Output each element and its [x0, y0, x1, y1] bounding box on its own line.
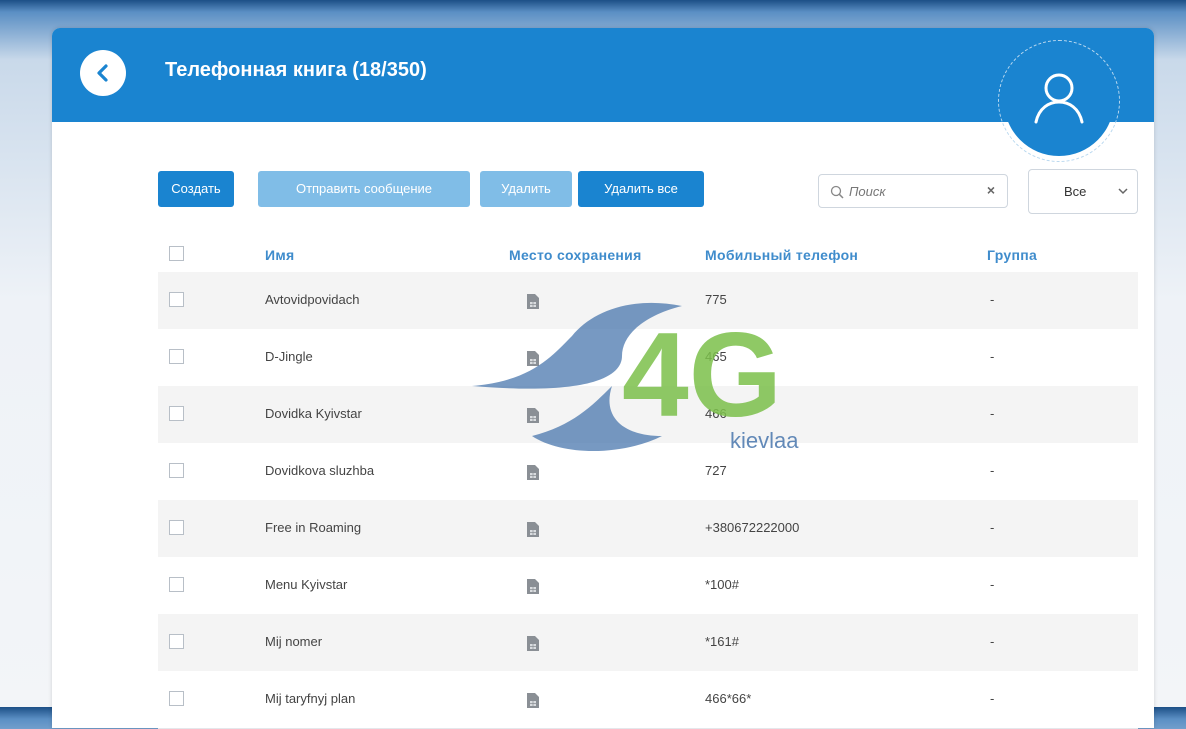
create-button[interactable]: Создать: [158, 171, 234, 207]
contact-group: -: [990, 463, 995, 478]
table-row[interactable]: Free in Roaming +380672222000 -: [158, 500, 1138, 558]
contact-name: Menu Kyivstar: [265, 577, 348, 592]
table-row[interactable]: Menu Kyivstar *100# -: [158, 557, 1138, 615]
row-checkbox[interactable]: [169, 634, 184, 649]
user-icon: [1034, 73, 1084, 124]
delete-all-button[interactable]: Удалить все: [578, 171, 704, 207]
row-checkbox[interactable]: [169, 292, 184, 307]
header-bar: Телефонная книга (18/350): [52, 28, 1154, 122]
avatar[interactable]: [1004, 46, 1114, 156]
contact-name: Mij nomer: [265, 634, 323, 649]
contact-phone: *100#: [705, 577, 739, 592]
chevron-left-icon: [97, 64, 108, 82]
contact-group: -: [990, 349, 995, 364]
watermark-4g-text: 4G: [622, 308, 782, 442]
watermark-brand-text: kievlaa: [730, 428, 799, 453]
clear-search-icon[interactable]: ×: [987, 182, 995, 198]
contact-group: -: [990, 634, 995, 649]
contact-phone: 466*66*: [705, 691, 752, 706]
sim-card-icon: [527, 522, 539, 537]
back-button[interactable]: [80, 50, 126, 96]
search-icon: [830, 185, 844, 199]
column-header-storage[interactable]: Место сохранения: [509, 247, 642, 263]
contact-group: -: [990, 292, 995, 307]
page-title: Телефонная книга (18/350): [165, 59, 427, 81]
table-header: Имя Место сохранения Мобильный телефон Г…: [158, 232, 1138, 277]
contact-name: Dovidkova sluzhba: [265, 463, 375, 478]
contact-group: -: [990, 691, 995, 706]
row-checkbox[interactable]: [169, 463, 184, 478]
sim-card-icon: [527, 693, 539, 708]
sim-card-icon: [527, 636, 539, 651]
column-header-group[interactable]: Группа: [987, 247, 1037, 263]
column-header-name[interactable]: Имя: [265, 247, 295, 263]
phonebook-card: Телефонная книга (18/350) Создать Отправ…: [52, 28, 1154, 729]
contact-name: D-Jingle: [265, 349, 313, 364]
contact-phone: +380672222000: [705, 520, 800, 535]
search-box: ×: [818, 174, 1008, 208]
contact-phone: *161#: [705, 634, 739, 649]
row-checkbox[interactable]: [169, 406, 184, 421]
contact-group: -: [990, 406, 995, 421]
send-message-button[interactable]: Отправить сообщение: [258, 171, 470, 207]
group-filter-select[interactable]: Все: [1028, 169, 1138, 214]
delete-button[interactable]: Удалить: [480, 171, 572, 207]
row-checkbox[interactable]: [169, 691, 184, 706]
table-row[interactable]: Mij nomer *161# -: [158, 614, 1138, 672]
filter-selected-value: Все: [1064, 184, 1087, 199]
contact-name: Avtovidpovidach: [265, 292, 360, 307]
contact-group: -: [990, 577, 995, 592]
contact-name: Free in Roaming: [265, 520, 362, 535]
sim-card-icon: [527, 579, 539, 594]
row-checkbox[interactable]: [169, 577, 184, 592]
contact-name: Mij taryfnyj plan: [265, 691, 356, 706]
select-all-checkbox[interactable]: [169, 246, 184, 261]
row-checkbox[interactable]: [169, 349, 184, 364]
chevron-down-icon: [1118, 188, 1128, 195]
contact-group: -: [990, 520, 995, 535]
search-input[interactable]: [849, 181, 969, 201]
contact-name: Dovidka Kyivstar: [265, 406, 362, 421]
row-checkbox[interactable]: [169, 520, 184, 535]
table-row[interactable]: Mij taryfnyj plan 466*66* -: [158, 671, 1138, 729]
watermark-logo: 4G kievlaa: [472, 302, 799, 453]
column-header-phone[interactable]: Мобильный телефон: [705, 247, 858, 263]
